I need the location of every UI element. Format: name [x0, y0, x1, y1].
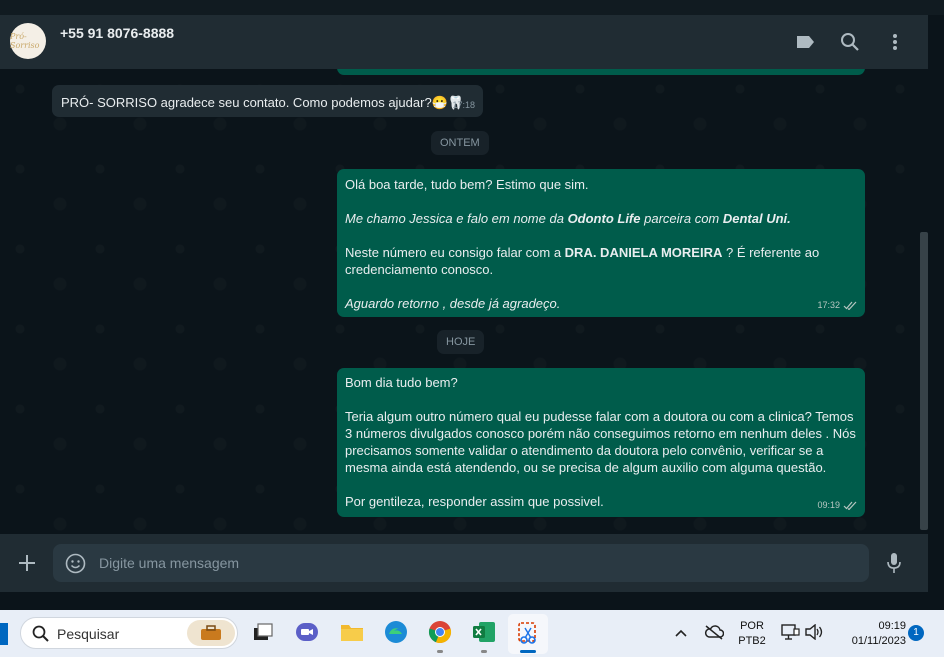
input-language-indicator[interactable]: POR PTB2	[735, 619, 769, 649]
read-check-icon	[843, 501, 857, 510]
chrome-browser-icon[interactable]	[427, 619, 453, 645]
message-line: Aguardo retorno , desde já agradeço.	[345, 296, 561, 311]
message-line: Bom dia tudo bem?	[345, 375, 458, 390]
date-divider: ONTEM	[431, 131, 489, 155]
clock[interactable]: 09:19 01/11/2023	[836, 619, 906, 649]
message-time: 09:19	[817, 500, 840, 510]
window-top-strip	[0, 0, 944, 15]
message-time: 17:18	[452, 100, 475, 110]
meet-video-icon[interactable]	[294, 619, 320, 645]
message-line: Olá boa tarde, tudo bem? Estimo que sim.	[345, 177, 589, 192]
outgoing-message[interactable]: Bom dia tudo bem? Teria algum outro núme…	[337, 368, 865, 517]
composer-bar: Digite uma mensagem	[0, 534, 928, 592]
message-input-placeholder: Digite uma mensagem	[99, 555, 240, 571]
contact-name[interactable]: +55 91 8076-8888	[60, 25, 174, 41]
message-line: Teria algum outro número qual eu pudesse…	[345, 409, 856, 475]
language-code: POR	[740, 620, 764, 632]
running-indicator	[437, 650, 443, 653]
date-divider: HOJE	[437, 330, 485, 354]
snipping-tool-icon	[518, 622, 536, 644]
label-icon[interactable]	[793, 30, 817, 54]
taskbar-search-box[interactable]: Pesquisar	[20, 617, 238, 649]
message-time: 17:32	[817, 300, 840, 310]
windows-taskbar: Pesquisar POR PTB2 09:19 01/11/2023 1	[0, 610, 944, 657]
notification-badge[interactable]: 1	[908, 625, 924, 641]
message-line: Por gentileza, responder assim que possi…	[345, 494, 604, 509]
message-list[interactable]: PRÓ- SORRISO agradece seu contato. Como …	[0, 69, 928, 534]
taskbar-search-label: Pesquisar	[57, 626, 120, 642]
previous-message-bubble	[337, 69, 865, 75]
file-explorer-icon[interactable]	[339, 619, 365, 645]
chat-header: Pró-Sorriso +55 91 8076-8888	[0, 15, 928, 69]
edge-browser-icon[interactable]	[383, 619, 409, 645]
message-meta: 17:32	[817, 297, 857, 314]
menu-dots-icon[interactable]	[883, 30, 907, 54]
keyboard-layout-code: PTB2	[738, 635, 766, 647]
network-icon[interactable]	[780, 623, 800, 646]
chat-scrollbar[interactable]	[920, 232, 928, 530]
window-bottom-strip	[0, 592, 944, 610]
message-meta: 09:19	[817, 497, 857, 514]
active-indicator	[520, 650, 536, 653]
message-line: Me chamo Jessica e falo em nome da Odont…	[345, 211, 791, 226]
incoming-message[interactable]: PRÓ- SORRISO agradece seu contato. Como …	[52, 85, 483, 117]
start-button[interactable]	[0, 623, 8, 645]
excel-icon[interactable]	[471, 619, 497, 645]
briefcase-icon	[187, 620, 235, 646]
avatar-logo-text: Pró-Sorriso	[10, 32, 40, 50]
volume-icon[interactable]	[804, 623, 824, 645]
outgoing-message[interactable]: Olá boa tarde, tudo bem? Estimo que sim.…	[337, 169, 865, 317]
clock-date: 01/11/2023	[851, 635, 906, 647]
contact-avatar[interactable]: Pró-Sorriso	[10, 23, 46, 59]
message-line: Neste número eu consigo falar com a DRA.…	[345, 245, 820, 277]
search-icon	[32, 625, 49, 642]
search-icon[interactable]	[838, 30, 862, 54]
running-indicator	[481, 650, 487, 653]
show-hidden-icons-chevron-icon[interactable]	[674, 625, 688, 643]
attach-plus-icon[interactable]	[16, 552, 38, 574]
read-check-icon	[843, 301, 857, 310]
microphone-icon[interactable]	[886, 552, 902, 579]
emoji-icon[interactable]	[65, 553, 86, 579]
message-input[interactable]: Digite uma mensagem	[53, 544, 869, 582]
onedrive-offline-cloud-icon[interactable]	[704, 624, 725, 645]
active-app-button[interactable]	[508, 614, 548, 654]
task-view-icon[interactable]	[250, 619, 276, 645]
message-text: PRÓ- SORRISO agradece seu contato. Como …	[61, 95, 465, 110]
clock-time: 09:19	[878, 620, 906, 632]
